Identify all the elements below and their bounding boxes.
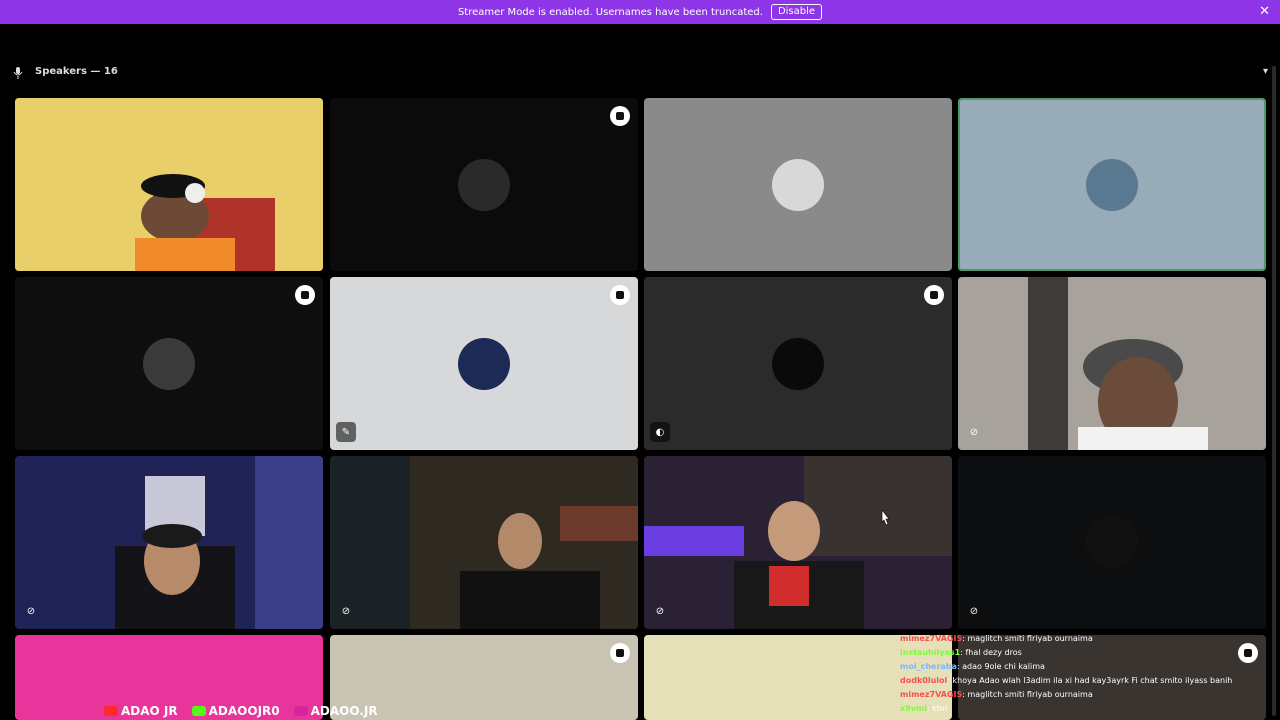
video-feed — [644, 456, 952, 629]
instagram-handle: ADAOO.JR — [293, 703, 378, 719]
youtube-icon — [104, 706, 118, 716]
chat-text: : adao 9ole chi kalima — [956, 662, 1045, 671]
chat-message: instauhilyas1: fhal dezy dros — [900, 646, 1280, 660]
youtube-label: ADAO JR — [121, 704, 178, 718]
shield-icon — [610, 285, 630, 305]
chat-user: instauhilyas1 — [900, 648, 961, 657]
microphone-icon — [13, 67, 23, 79]
chat-user: mimez7VAGIS — [900, 634, 963, 643]
chat-user: dodk0lulol — [900, 676, 948, 685]
youtube-handle: ADAO JR — [104, 703, 178, 719]
kick-icon — [191, 706, 206, 716]
chat-text: : maglitch smiti flriyab ournaima — [962, 690, 1093, 699]
chat-text: : maglitch smiti flriyab ournaima — [962, 634, 1093, 643]
speaker-tile-7[interactable]: ◐ — [644, 277, 952, 450]
mic-off-icon: ⊘ — [969, 426, 979, 438]
chat-user: mol_cheraba — [900, 662, 957, 671]
shield-icon — [295, 285, 315, 305]
shield-icon — [610, 106, 630, 126]
user-avatar — [1086, 158, 1138, 211]
chat-text: : khri — [927, 704, 948, 713]
kick-label: ADAOOJR0 — [208, 704, 280, 718]
speaker-tile-11[interactable]: ⊘ — [644, 456, 952, 629]
speaker-tile-8[interactable]: ⊘ — [958, 277, 1266, 450]
chat-message: dodk0lulol: khoya Adao wlah l3adim ila x… — [900, 674, 1280, 688]
video-feed — [958, 277, 1266, 450]
close-icon[interactable]: ✕ — [1259, 4, 1270, 19]
chat-message: mol_cheraba: adao 9ole chi kalima — [900, 660, 1280, 674]
speakers-title: Speakers — 16 — [35, 66, 118, 77]
instagram-icon — [293, 706, 308, 716]
video-feed — [330, 456, 638, 629]
speakers-header: Speakers — 16 ▾ — [0, 60, 1280, 86]
speaker-tile-1[interactable] — [15, 98, 323, 271]
speaker-tile-2[interactable] — [330, 98, 638, 271]
mic-off-icon: ⊘ — [655, 605, 665, 617]
streamer-mode-banner: Streamer Mode is enabled. Usernames have… — [0, 0, 1280, 24]
shield-icon — [924, 285, 944, 305]
scrollbar[interactable] — [1270, 66, 1278, 716]
user-avatar — [1086, 516, 1138, 569]
chat-text: : khoya Adao wlah l3adim ila xi had kay3… — [947, 676, 1233, 685]
mic-off-icon: ⊘ — [341, 605, 351, 617]
speaker-tile-4[interactable] — [958, 98, 1266, 271]
speaker-tile-9[interactable]: ⊘ — [15, 456, 323, 629]
speaker-tile-5[interactable] — [15, 277, 323, 450]
user-avatar — [143, 337, 195, 390]
shield-icon — [610, 643, 630, 663]
chat-message: mimez7VAGIS: maglitch smiti flriyab ourn… — [900, 632, 1280, 646]
chat-user: x9vml — [900, 704, 928, 713]
chevron-down-icon[interactable]: ▾ — [1263, 66, 1268, 77]
user-avatar — [772, 337, 824, 390]
speaker-tile-10[interactable]: ⊘ — [330, 456, 638, 629]
mic-off-icon: ✎ — [336, 422, 356, 442]
chat-message: x9vml: khri — [900, 702, 1280, 716]
mouse-cursor-icon — [881, 510, 890, 526]
user-avatar — [772, 158, 824, 211]
chat-user: mimez7VAGIS — [900, 690, 963, 699]
banner-message: Streamer Mode is enabled. Usernames have… — [457, 6, 763, 18]
speaker-tile-6[interactable]: ✎ — [330, 277, 638, 450]
speaker-tile-3[interactable] — [644, 98, 952, 271]
video-feed — [15, 456, 323, 629]
chat-text: : fhal dezy dros — [960, 648, 1022, 657]
chat-message: mimez7VAGIS: maglitch smiti flriyab ourn… — [900, 688, 1280, 702]
user-avatar — [458, 158, 510, 211]
disable-button[interactable]: Disable — [770, 4, 823, 20]
video-feed — [15, 98, 323, 271]
social-overlay: ADAO JR ADAOOJR0 ADAOO.JR — [104, 703, 404, 719]
user-avatar — [458, 337, 510, 390]
chat-overlay: mimez7VAGIS: maglitch smiti flriyab ourn… — [900, 632, 1280, 720]
camera-off-icon: ◐ — [650, 422, 670, 442]
mic-off-icon: ⊘ — [26, 605, 36, 617]
mic-off-icon: ⊘ — [969, 605, 979, 617]
instagram-label: ADAOO.JR — [310, 704, 378, 718]
kick-handle: ADAOOJR0 — [191, 703, 280, 719]
speaker-tile-12[interactable]: ⊘ — [958, 456, 1266, 629]
